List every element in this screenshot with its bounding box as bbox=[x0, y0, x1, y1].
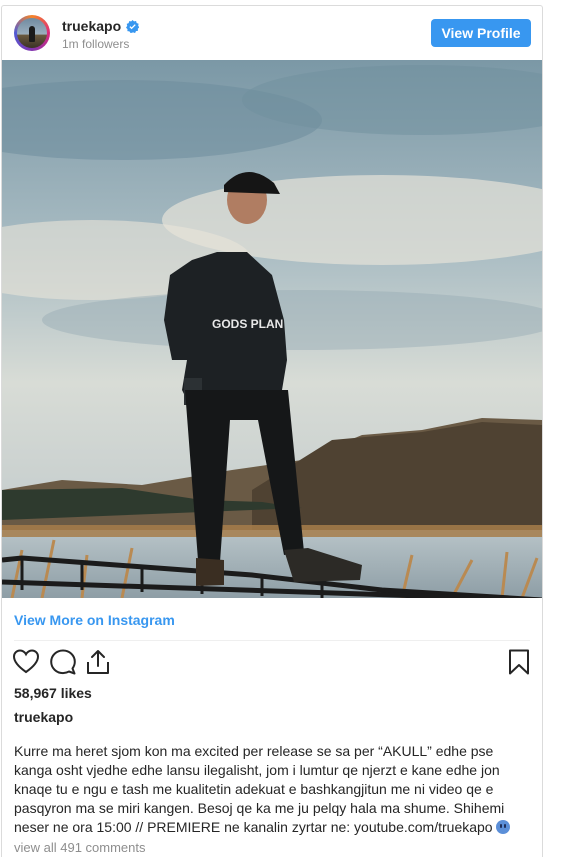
caption-text: Kurre ma heret sjom kon ma excited per r… bbox=[14, 743, 505, 835]
caption-username[interactable]: truekapo bbox=[14, 709, 73, 725]
share-icon[interactable] bbox=[84, 648, 112, 676]
view-more-instagram-link[interactable]: View More on Instagram bbox=[14, 612, 175, 628]
post-photo[interactable]: GODS PLAN bbox=[2, 60, 542, 598]
avatar-image bbox=[17, 18, 47, 48]
post-caption: Kurre ma heret sjom kon ma excited per r… bbox=[14, 742, 530, 837]
bookmark-icon[interactable] bbox=[505, 648, 533, 676]
instagram-embed-card: truekapo 1m followers View Profile GODS … bbox=[1, 5, 543, 857]
followers-count: 1m followers bbox=[62, 37, 130, 51]
ice-face-emoji-icon bbox=[496, 820, 511, 834]
likes-count[interactable]: 58,967 likes bbox=[14, 685, 92, 701]
heart-icon[interactable] bbox=[12, 648, 40, 676]
username-row: truekapo bbox=[62, 18, 140, 34]
view-profile-button[interactable]: View Profile bbox=[431, 19, 531, 47]
post-header: truekapo 1m followers View Profile bbox=[2, 6, 542, 60]
action-bar bbox=[2, 648, 542, 680]
view-all-comments-link[interactable]: view all 491 comments bbox=[14, 840, 146, 855]
verified-badge-icon bbox=[126, 19, 140, 33]
divider bbox=[14, 640, 530, 641]
hoodie-print: GODS PLAN bbox=[212, 317, 283, 331]
comment-bubble-icon[interactable] bbox=[49, 648, 77, 676]
profile-avatar[interactable] bbox=[14, 15, 50, 51]
post-photo-scene: GODS PLAN bbox=[2, 60, 542, 598]
profile-username[interactable]: truekapo bbox=[62, 18, 121, 34]
